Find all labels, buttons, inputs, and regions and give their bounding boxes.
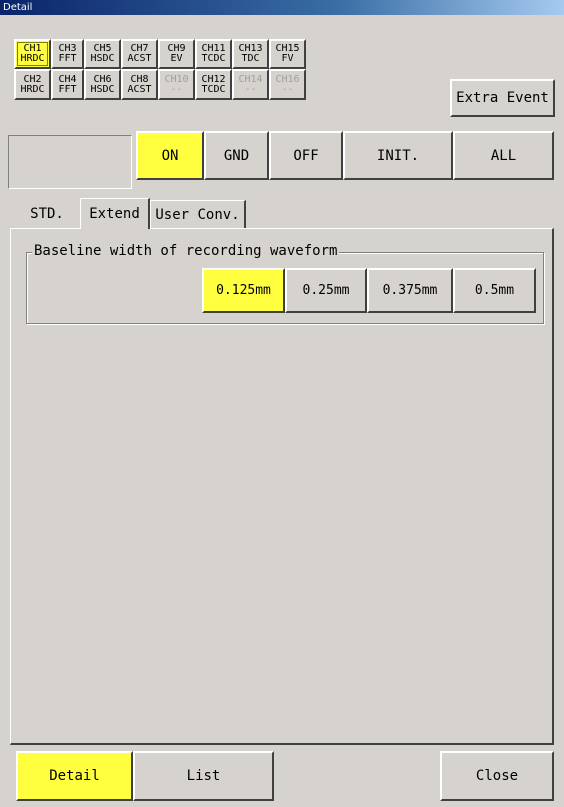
channel-type: HRDC (20, 83, 45, 95)
channel-button-ch13[interactable]: CH13 TDC (232, 39, 269, 69)
channel-button-ch8[interactable]: CH8 ACST (121, 69, 158, 100)
channel-display-box (8, 135, 132, 189)
channel-label: CH2 (23, 73, 42, 85)
channel-type: FFT (58, 83, 77, 95)
list-button[interactable]: List (133, 751, 274, 801)
channel-label: CH14 (238, 73, 263, 85)
channel-button-ch1[interactable]: CH1 HRDC (14, 39, 51, 69)
off-button[interactable]: OFF (269, 131, 343, 180)
channel-label: CH8 (130, 73, 149, 85)
on-button[interactable]: ON (136, 131, 204, 180)
channel-button-ch10[interactable]: CH10 -- (158, 69, 195, 100)
all-button[interactable]: ALL (453, 131, 554, 180)
channel-button-ch4[interactable]: CH4 FFT (51, 69, 84, 100)
channel-type: ACST (127, 53, 152, 64)
channel-button-ch11[interactable]: CH11 TCDC (195, 39, 232, 69)
channel-button-ch15[interactable]: CH15 FV (269, 39, 306, 69)
width-option-0-25mm[interactable]: 0.25mm (285, 268, 367, 313)
channel-type: EV (170, 53, 183, 64)
channel-button-ch3[interactable]: CH3 FFT (51, 39, 84, 69)
channel-type: ACST (127, 83, 152, 95)
tab-user-conv[interactable]: User Conv. (150, 200, 246, 228)
gnd-button[interactable]: GND (204, 131, 269, 180)
extra-event-button[interactable]: Extra Event (450, 79, 555, 117)
channel-button-ch2[interactable]: CH2 HRDC (14, 69, 51, 100)
channel-button-ch5[interactable]: CH5 HSDC (84, 39, 121, 69)
tab-extend[interactable]: Extend (80, 198, 150, 229)
width-option-0-5mm[interactable]: 0.5mm (453, 268, 536, 313)
channel-type: HSDC (90, 53, 115, 64)
width-option-0-125mm[interactable]: 0.125mm (202, 268, 285, 313)
window-title: Detail (0, 0, 564, 15)
channel-label: CH12 (201, 73, 226, 85)
close-button[interactable]: Close (440, 751, 554, 801)
width-option-0-375mm[interactable]: 0.375mm (367, 268, 453, 313)
tab-std[interactable]: STD. (14, 200, 80, 228)
channel-button-ch6[interactable]: CH6 HSDC (84, 69, 121, 100)
baseline-width-legend: Baseline width of recording waveform (32, 243, 340, 259)
channel-label: CH6 (93, 73, 112, 85)
channel-type: -- (170, 83, 183, 95)
channel-label: CH16 (275, 73, 300, 85)
channel-type: TDC (241, 53, 260, 64)
channel-type: TCDC (201, 83, 226, 95)
channel-button-ch16[interactable]: CH16 -- (269, 69, 306, 100)
channel-button-ch7[interactable]: CH7 ACST (121, 39, 158, 69)
channel-type: FV (281, 53, 294, 64)
channel-button-ch14[interactable]: CH14 -- (232, 69, 269, 100)
channel-type: FFT (58, 53, 77, 64)
channel-button-ch12[interactable]: CH12 TCDC (195, 69, 232, 100)
channel-type: HRDC (20, 53, 45, 64)
channel-type: -- (281, 83, 294, 95)
channel-type: HSDC (90, 83, 115, 95)
detail-button[interactable]: Detail (16, 751, 133, 801)
channel-label: CH10 (164, 73, 189, 85)
channel-type: TCDC (201, 53, 226, 64)
channel-button-ch9[interactable]: CH9 EV (158, 39, 195, 69)
init-button[interactable]: INIT. (343, 131, 453, 180)
channel-label: CH4 (58, 73, 77, 85)
channel-type: -- (244, 83, 257, 95)
